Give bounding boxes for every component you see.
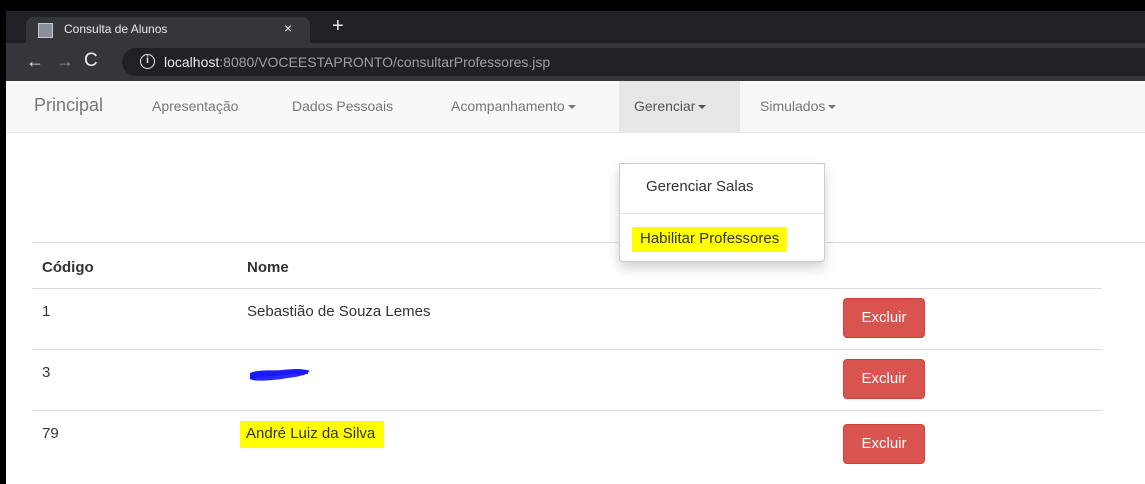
- excluir-button[interactable]: Excluir: [843, 424, 925, 464]
- table-row: 1 Sebastião de Souza Lemes Excluir: [32, 288, 1102, 349]
- table-row: 79 André Luiz da Silva Excluir: [32, 410, 1102, 471]
- info-icon[interactable]: i: [140, 54, 155, 69]
- reload-icon[interactable]: C: [84, 50, 98, 72]
- nav-dados-pessoais[interactable]: Dados Pessoais: [277, 81, 408, 132]
- nav-label: Simulados: [760, 98, 826, 114]
- highlighted-name: André Luiz da Silva: [240, 421, 385, 448]
- nav-acompanhamento[interactable]: Acompanhamento: [436, 81, 591, 132]
- cell-codigo: 1: [42, 303, 51, 320]
- url-text[interactable]: localhost:8080/VOCEESTAPRONTO/consultarP…: [164, 54, 550, 70]
- redacted-name-scribble: [250, 369, 310, 381]
- nav-apresentacao[interactable]: Apresentação: [137, 81, 253, 132]
- menu-item-label: Habilitar Professores: [632, 227, 788, 252]
- cell-nome: André Luiz da Silva: [240, 421, 385, 448]
- tab-consulta-de-alunos[interactable]: Consulta de Alunos ×: [26, 17, 310, 43]
- table-header: Código Nome: [32, 242, 1145, 288]
- nav-label: Acompanhamento: [451, 98, 565, 114]
- navbar-brand[interactable]: Principal: [34, 95, 103, 116]
- browser-window: Consulta de Alunos × + ← → C i localhost…: [6, 11, 1145, 484]
- table-row: 3 Excluir: [32, 349, 1102, 410]
- site-navbar: Principal Apresentação Dados Pessoais Ac…: [6, 81, 1145, 133]
- nav-simulados[interactable]: Simulados: [745, 81, 851, 132]
- menu-item-habilitar-professores[interactable]: Habilitar Professores: [620, 227, 824, 252]
- header-nome: Nome: [247, 259, 289, 276]
- menu-item-label: Gerenciar Salas: [646, 178, 754, 195]
- back-arrow-icon[interactable]: ←: [26, 50, 44, 72]
- header-codigo: Código: [42, 259, 94, 276]
- tab-strip: Consulta de Alunos × +: [6, 11, 1145, 43]
- caret-down-icon: [828, 105, 837, 110]
- forward-arrow-icon[interactable]: →: [56, 50, 74, 72]
- menu-divider: [620, 213, 824, 214]
- cell-nome: Sebastião de Souza Lemes: [247, 303, 431, 320]
- tab-title: Consulta de Alunos: [64, 22, 168, 36]
- url-path: :8080/VOCEESTAPRONTO/consultarProfessore…: [219, 54, 551, 70]
- address-bar[interactable]: i localhost:8080/VOCEESTAPRONTO/consulta…: [122, 48, 1145, 76]
- url-host: localhost: [164, 54, 220, 70]
- menu-item-gerenciar-salas[interactable]: Gerenciar Salas: [620, 178, 824, 195]
- nav-label: Gerenciar: [634, 98, 696, 114]
- favicon-icon: [38, 23, 53, 38]
- caret-down-icon: [567, 105, 576, 110]
- cell-codigo: 79: [42, 425, 59, 442]
- close-icon[interactable]: ×: [284, 20, 292, 36]
- caret-down-icon: [698, 105, 707, 110]
- cell-codigo: 3: [42, 364, 51, 381]
- excluir-button[interactable]: Excluir: [843, 298, 925, 338]
- browser-toolbar: ← → C i localhost:8080/VOCEESTAPRONTO/co…: [6, 43, 1145, 81]
- nav-label: Apresentação: [152, 98, 239, 114]
- gerenciar-dropdown-menu: Gerenciar Salas Habilitar Professores: [619, 163, 825, 262]
- plus-icon[interactable]: +: [332, 15, 344, 37]
- excluir-button[interactable]: Excluir: [843, 359, 925, 399]
- nav-label: Dados Pessoais: [292, 98, 394, 114]
- nav-gerenciar[interactable]: Gerenciar: [619, 81, 740, 132]
